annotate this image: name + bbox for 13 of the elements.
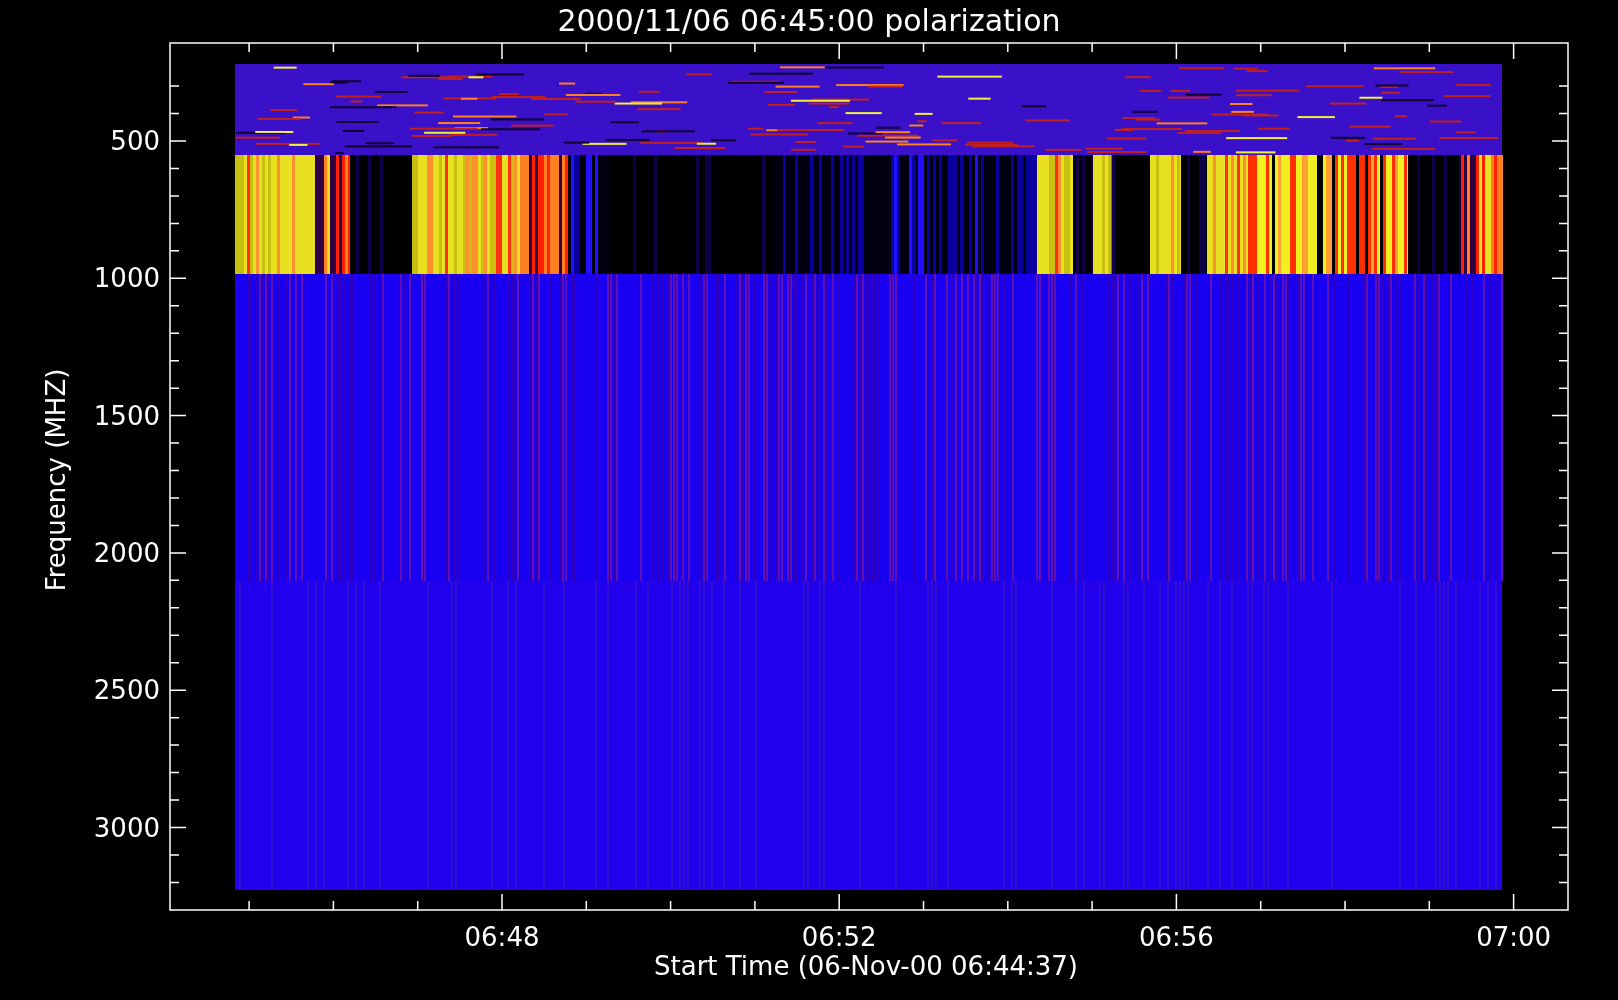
chart-title: 2000/11/06 06:45:00 polarization [557,3,1061,38]
tick-label: 2000 [93,537,160,568]
tick-label: 06:52 [801,922,877,952]
axis-title: Frequency (MHZ) [41,368,71,592]
tick-label: 1000 [93,263,160,294]
tick-label: 1500 [93,400,160,431]
axis-title: Start Time (06-Nov-00 06:44:37) [654,951,1078,981]
tick-label: 3000 [93,812,160,843]
tick-label: 06:48 [464,922,540,952]
tick-label: 06:56 [1138,922,1214,952]
tick-label: 500 [110,126,160,156]
tick-label: 07:00 [1476,922,1552,952]
tick-label: 2500 [93,675,160,706]
